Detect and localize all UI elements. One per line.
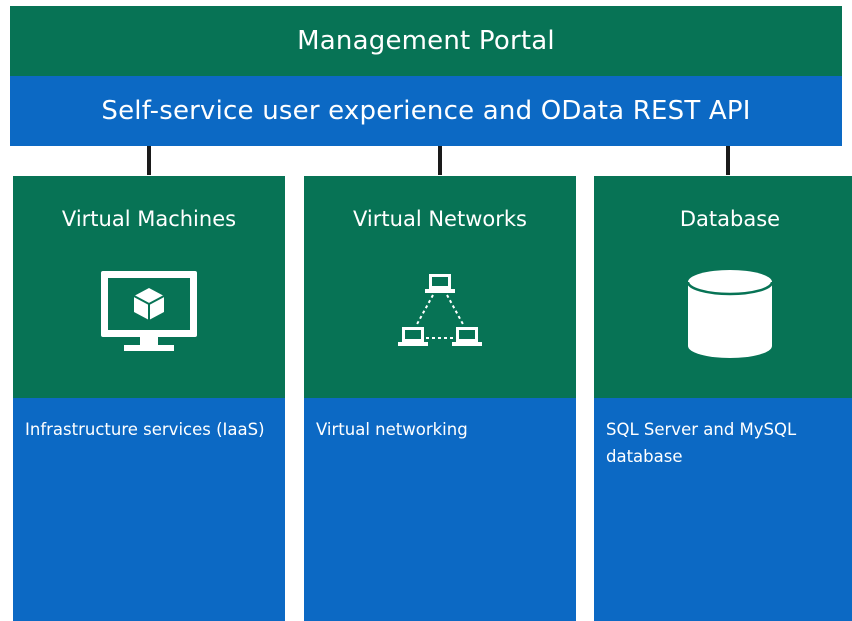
column-title: Virtual Networks: [353, 207, 527, 231]
column-virtual-machines: Virtual Machines Infrastructure services…: [13, 176, 285, 621]
column-description-panel: Virtual networking: [304, 398, 576, 621]
connector-line-database: [726, 146, 730, 175]
column-header: Virtual Machines: [13, 176, 285, 398]
column-header: Virtual Networks: [304, 176, 576, 398]
connector-line-vm: [147, 146, 151, 175]
database-cylinder-icon: [594, 268, 852, 358]
network-topology-icon: [304, 268, 576, 358]
column-description: SQL Server and MySQL database: [606, 420, 797, 466]
column-database: Database SQL Server and MySQL database: [594, 176, 852, 621]
column-description: Infrastructure services (IaaS): [25, 420, 265, 439]
column-virtual-networks: Virtual Networks Virtual networking: [304, 176, 576, 621]
connector-line-networks: [438, 146, 442, 175]
self-service-api-bar: Self-service user experience and OData R…: [10, 76, 842, 146]
management-portal-label: Management Portal: [297, 26, 555, 56]
column-title: Database: [679, 207, 781, 231]
architecture-diagram: Management Portal Self-service user expe…: [0, 0, 852, 621]
virtual-machine-monitor-icon: [13, 268, 285, 358]
column-description-panel: SQL Server and MySQL database: [594, 398, 852, 621]
self-service-api-label: Self-service user experience and OData R…: [101, 96, 751, 126]
management-portal-bar: Management Portal: [10, 6, 842, 76]
column-header: Database: [594, 176, 852, 398]
column-description-panel: Infrastructure services (IaaS): [13, 398, 285, 621]
column-description: Virtual networking: [316, 420, 468, 439]
column-title: Virtual Machines: [61, 207, 237, 231]
